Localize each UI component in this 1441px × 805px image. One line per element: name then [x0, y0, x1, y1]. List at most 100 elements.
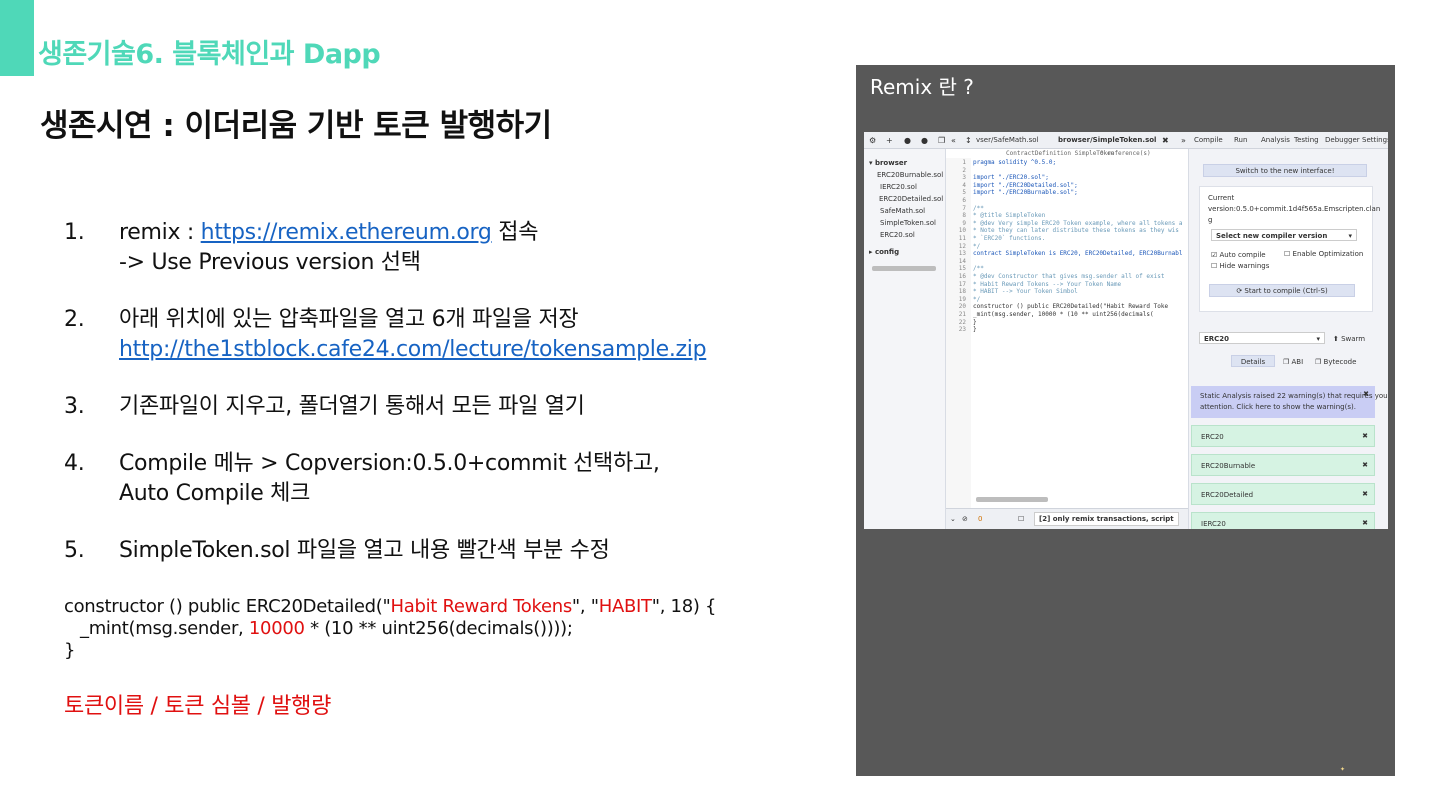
expand-icon[interactable]: ↕	[965, 136, 972, 145]
line-number: 23	[958, 326, 966, 334]
right-tab-run[interactable]: Run	[1234, 136, 1247, 144]
collapse-right-icon[interactable]: »	[1181, 136, 1186, 145]
chevron-down-icon: ▾	[1348, 232, 1352, 240]
context-bar: ContractDefinition SimpleToken	[1006, 150, 1115, 157]
folder-browser[interactable]: ▾ browser	[869, 159, 907, 167]
checkbox-icon[interactable]: ☐	[1018, 515, 1024, 523]
enable-optimization-checkbox[interactable]: ☐ Enable Optimization	[1284, 250, 1363, 258]
chevron-down-icon[interactable]: ⌄	[950, 515, 956, 523]
file-item[interactable]: ERC20Burnable.sol	[877, 171, 943, 179]
button-label: Bytecode	[1323, 358, 1357, 366]
close-icon[interactable]: ✖	[1362, 519, 1368, 527]
step-3: 3. 기존파일이 지우고, 폴더열기 통해서 모든 파일 열기	[64, 392, 784, 422]
code-editor[interactable]: ContractDefinition SimpleToken 0 referen…	[946, 149, 1188, 529]
gear-icon[interactable]: ⚙	[869, 136, 876, 145]
close-icon[interactable]: ✖	[1363, 390, 1369, 398]
line-number: 4	[962, 181, 966, 189]
line-number: 18	[958, 288, 966, 296]
file-item[interactable]: SimpleToken.sol	[880, 219, 936, 227]
result-label: ERC20	[1201, 433, 1224, 441]
tab-safemath[interactable]: vser/SafeMath.sol	[976, 136, 1038, 144]
code-line: * @dev Constructor that gives msg.sender…	[973, 273, 1165, 280]
button-label: ABI	[1291, 358, 1304, 366]
current-label: Current	[1208, 194, 1235, 202]
highlight-note: 토큰이름 / 토큰 심볼 / 발행량	[64, 694, 332, 719]
auto-compile-checkbox[interactable]: ☑ Auto compile	[1211, 251, 1266, 259]
step-2: 2. 아래 위치에 있는 압축파일을 열고 6개 파일을 저장 http://t…	[64, 305, 784, 365]
chevron-down-icon: ▾	[1316, 335, 1320, 343]
step-number: 2.	[64, 307, 85, 332]
tab-simpletoken[interactable]: browser/SimpleToken.sol	[1058, 136, 1156, 144]
code-line: pragma solidity ^0.5.0;	[973, 159, 1057, 166]
right-tab-compile[interactable]: Compile	[1194, 136, 1223, 144]
section-title: 생존기술6. 블록체인과 Dapp	[38, 39, 381, 70]
remix-panel: Remix 란 ? ⚙ + ● ● ❐ « ↕ vser/SafeMath.so…	[856, 65, 1395, 776]
line-number: 5	[962, 189, 966, 197]
folder-config[interactable]: ▸ config	[869, 248, 899, 256]
right-tab-analysis[interactable]: Analysis	[1261, 136, 1290, 144]
button-label: Swarm	[1341, 335, 1366, 343]
right-tab-testing[interactable]: Testing	[1294, 136, 1319, 144]
compiler-version-select[interactable]: Select new compiler version ▾	[1211, 229, 1357, 241]
compile-result-item[interactable]: ERC20Detailed ✖	[1191, 483, 1375, 505]
close-icon[interactable]: ✖	[1162, 136, 1169, 145]
line-number: 21	[958, 311, 966, 318]
file-item[interactable]: IERC20.sol	[880, 183, 917, 191]
transaction-filter-select[interactable]: [2] only remix transactions, script	[1034, 512, 1179, 526]
slide-title: 생존시연 : 이더리움 기반 토큰 발행하기	[40, 108, 552, 144]
close-icon[interactable]: ✖	[1362, 432, 1368, 440]
abi-button[interactable]: ❐ ABI	[1283, 358, 1303, 366]
accent-bar	[0, 0, 34, 76]
compile-panel: Switch to the new interface! Current ver…	[1188, 149, 1388, 529]
right-tab-debugger[interactable]: Debugger	[1325, 136, 1360, 144]
static-analysis-warning[interactable]: Static Analysis raised 22 warning(s) tha…	[1191, 386, 1388, 418]
code-line: constructor () public ERC20Detailed("Hab…	[973, 303, 1169, 311]
compile-result-item[interactable]: ERC20Burnable ✖	[1191, 454, 1375, 476]
remix-link[interactable]: https://remix.ethereum.org	[201, 220, 492, 245]
line-number: 16	[958, 273, 966, 280]
clear-icon[interactable]: ⊘	[962, 515, 968, 523]
pending-count: 0	[978, 515, 983, 523]
sidebar-scrollbar[interactable]	[872, 266, 936, 271]
gist-icon[interactable]: ●	[921, 136, 928, 145]
step-1: 1. remix : https://remix.ethereum.org 접속…	[64, 218, 784, 278]
select-label: ERC20	[1204, 335, 1230, 343]
compile-result-item[interactable]: ERC20 ✖	[1191, 425, 1375, 447]
github-icon[interactable]: ●	[904, 136, 911, 145]
close-icon[interactable]: ✖	[1362, 461, 1368, 469]
current-version-cont: g	[1208, 216, 1213, 224]
button-label: Start to compile (Ctrl-S)	[1244, 287, 1328, 295]
line-number: 14	[958, 257, 966, 265]
current-version: version:0.5.0+commit.1d4f565a.Emscripten…	[1208, 205, 1381, 213]
editor-scrollbar[interactable]	[976, 497, 1048, 502]
close-icon[interactable]: ✖	[1362, 490, 1368, 498]
code-line: /**	[973, 265, 984, 273]
line-number: 19	[958, 295, 966, 303]
file-item[interactable]: ERC20.sol	[880, 231, 915, 239]
file-item[interactable]: ERC20Detailed.sol	[879, 195, 943, 203]
tokensample-link[interactable]: http://the1stblock.cafe24.com/lecture/to…	[119, 337, 707, 362]
add-file-icon[interactable]: +	[886, 136, 893, 145]
start-compile-button[interactable]: ⟳ Start to compile (Ctrl-S)	[1209, 284, 1355, 297]
code-line: }	[973, 318, 977, 326]
step-number: 4.	[64, 451, 85, 476]
compile-result-item[interactable]: IERC20 ✖	[1191, 512, 1375, 529]
right-tab-settings[interactable]: Settings	[1362, 136, 1388, 144]
step-text: remix :	[119, 220, 201, 245]
checkbox-label: Enable Optimization	[1292, 250, 1364, 258]
switch-interface-button[interactable]: Switch to the new interface!	[1203, 164, 1367, 177]
bytecode-button[interactable]: ❐ Bytecode	[1315, 358, 1356, 366]
swarm-button[interactable]: ⬆ Swarm	[1333, 335, 1365, 343]
contract-select[interactable]: ERC20 ▾	[1199, 332, 1325, 344]
code-line: */	[973, 295, 981, 303]
step-line: 기존파일이 지우고, 폴더열기 통해서 모든 파일 열기	[119, 394, 585, 419]
code-line: * HABIT --> Your Token Simbol	[973, 288, 1078, 296]
file-item[interactable]: SafeMath.sol	[880, 207, 925, 215]
hide-warnings-checkbox[interactable]: ☐ Hide warnings	[1211, 262, 1269, 270]
copy-icon[interactable]: ❐	[938, 136, 945, 145]
collapse-left-icon[interactable]: «	[951, 136, 956, 145]
file-explorer: ▾ browser ERC20Burnable.sol IERC20.sol E…	[864, 149, 946, 529]
line-number: 17	[958, 280, 966, 288]
details-button[interactable]: Details	[1231, 355, 1275, 367]
checkbox-label: Auto compile	[1219, 251, 1266, 259]
